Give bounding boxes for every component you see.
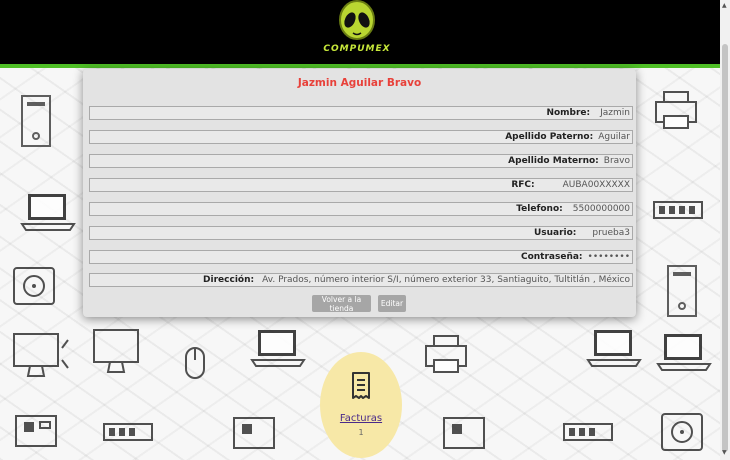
scroll-up-arrow-icon[interactable]: ▲ xyxy=(722,2,727,9)
scrollbar-thumb[interactable] xyxy=(722,44,728,452)
back-to-store-button[interactable]: Volver a la tienda xyxy=(312,295,371,313)
field-label: RFC: xyxy=(511,180,535,190)
logo-text: COMPUMEX xyxy=(323,44,391,54)
laptop-icon xyxy=(656,330,716,374)
field-label: Telefono: xyxy=(516,204,563,214)
field-value: Bravo xyxy=(603,156,630,166)
field-value: Jazmin xyxy=(600,108,630,118)
top-navbar: COMPUMEX xyxy=(0,0,720,68)
field-rfc: RFC: AUBA00XXXXX xyxy=(89,178,633,192)
field-label: Apellido Materno: xyxy=(508,156,599,166)
field-direccion: Dirección: Av. Prados, número interior S… xyxy=(89,273,633,287)
field-label: Usuario: xyxy=(533,228,577,238)
mouse-icon xyxy=(180,344,240,384)
field-apellido-materno: Apellido Materno: Bravo xyxy=(89,154,633,168)
ram-icon xyxy=(100,412,160,452)
profile-full-name: Jazmin Aguilar Bravo xyxy=(297,77,422,89)
field-label: Contraseña: xyxy=(520,252,583,262)
monitor-icon xyxy=(10,330,70,386)
field-value: 5500000000 xyxy=(572,204,630,214)
hard-drive-icon xyxy=(8,262,68,312)
page-scrollbar[interactable]: ▲ ▼ xyxy=(720,0,730,460)
computer-case-icon xyxy=(660,262,720,322)
scroll-down-arrow-icon[interactable]: ▼ xyxy=(722,449,727,456)
edit-button[interactable]: Editar xyxy=(378,295,406,312)
motherboard-icon xyxy=(12,408,72,452)
computer-case-icon xyxy=(14,92,74,152)
field-apellido-paterno: Apellido Paterno: Aguilar xyxy=(89,130,633,144)
field-value: prueba3 xyxy=(592,228,630,238)
invoices-link[interactable]: Facturas xyxy=(320,413,402,424)
monitor-icon xyxy=(90,326,150,382)
invoices-count: 1 xyxy=(358,428,364,437)
field-usuario: Usuario: prueba3 xyxy=(89,226,633,240)
field-label: Apellido Paterno: xyxy=(505,132,594,142)
motherboard-icon xyxy=(440,410,500,454)
laptop-icon xyxy=(250,326,310,370)
field-label: Dirección: xyxy=(203,275,255,285)
field-value: AUBA00XXXXX xyxy=(562,180,630,190)
profile-card: Jazmin Aguilar Bravo Nombre: Jazmin Apel… xyxy=(83,69,636,317)
printer-icon xyxy=(650,86,710,134)
motherboard-icon xyxy=(230,410,290,454)
laptop-icon xyxy=(586,326,646,370)
hard-drive-icon xyxy=(656,408,716,458)
ram-icon xyxy=(650,190,710,230)
field-value: Aguilar xyxy=(598,132,630,142)
laptop-icon xyxy=(20,190,80,234)
field-label: Nombre: xyxy=(546,108,591,118)
invoices-card[interactable]: Facturas 1 xyxy=(320,352,402,458)
alien-head-icon xyxy=(339,0,375,40)
ram-icon xyxy=(560,412,620,452)
printer-icon xyxy=(420,330,480,378)
field-telefono: Telefono: 5500000000 xyxy=(89,202,633,216)
store-logo[interactable]: COMPUMEX xyxy=(322,0,392,62)
field-value: Av. Prados, número interior S/I, número … xyxy=(262,275,630,285)
receipt-icon xyxy=(352,372,370,399)
field-nombre: Nombre: Jazmin xyxy=(89,106,633,120)
field-value: •••••••• xyxy=(587,252,630,262)
field-contrasena: Contraseña: •••••••• xyxy=(89,250,633,264)
